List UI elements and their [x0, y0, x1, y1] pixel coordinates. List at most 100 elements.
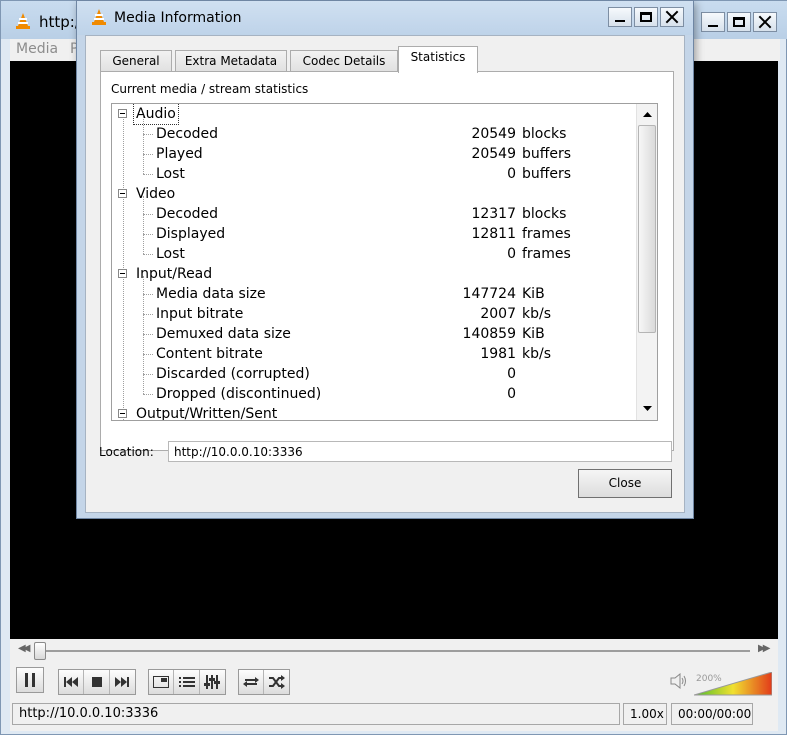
dialog-title-bar[interactable]: Media Information — [77, 1, 693, 35]
media-information-dialog: Media Information General Extra Metadata… — [76, 0, 694, 519]
stat-value: 20549 — [471, 126, 516, 142]
tree-item[interactable]: Lost 0 frames — [112, 244, 636, 264]
tree-item[interactable]: Input bitrate 2007 kb/s — [112, 304, 636, 324]
extended-settings-button[interactable] — [200, 670, 225, 694]
tab-statistics[interactable]: Statistics — [398, 46, 478, 73]
stat-unit: KiB — [522, 286, 545, 302]
speaker-icon[interactable] — [670, 672, 688, 692]
stat-unit: kb/s — [522, 306, 552, 322]
tree-category-output[interactable]: Output/Written/Sent — [112, 404, 636, 420]
maximize-button[interactable] — [727, 12, 751, 32]
tree-category-input-read[interactable]: Input/Read — [112, 264, 636, 284]
tree-category-video[interactable]: Video — [112, 184, 636, 204]
volume-slider[interactable]: 200% — [693, 671, 773, 696]
stat-unit: KiB — [522, 326, 545, 342]
tree-item[interactable]: Lost 0 buffers — [112, 164, 636, 184]
tree-item[interactable]: Discarded (corrupted) 0 — [112, 364, 636, 384]
playlist-icon — [178, 677, 195, 687]
tree-item[interactable]: Decoded 12317 blocks — [112, 204, 636, 224]
seek-slider-handle[interactable] — [34, 642, 46, 660]
dialog-maximize-button[interactable] — [634, 7, 658, 27]
stat-value: 0 — [507, 246, 516, 262]
time-display[interactable]: 00:00/00:00 — [671, 703, 753, 725]
stat-label: Demuxed data size — [156, 326, 291, 342]
stat-value: 0 — [507, 386, 516, 402]
tree-item[interactable]: Decoded 20549 blocks — [112, 124, 636, 144]
category-label: Output/Written/Sent — [136, 406, 278, 420]
next-button[interactable] — [110, 670, 135, 694]
vlc-cone-icon — [91, 9, 107, 28]
stat-label: Decoded — [156, 126, 219, 142]
stat-label: Lost — [156, 166, 185, 182]
collapse-toggle-icon[interactable] — [118, 189, 127, 198]
tree-item[interactable]: Dropped (discontinued) 0 — [112, 384, 636, 404]
minimize-icon — [708, 25, 718, 27]
fullscreen-button[interactable] — [149, 670, 175, 694]
tree-item[interactable]: Content bitrate 1981 kb/s — [112, 344, 636, 364]
stat-label: Displayed — [156, 226, 226, 242]
dialog-close-x-button[interactable] — [660, 7, 684, 27]
tree-category-audio[interactable]: Audio — [112, 104, 636, 125]
tab-general[interactable]: General — [100, 50, 172, 72]
tree-item[interactable]: Played 20549 buffers — [112, 144, 636, 164]
previous-icon — [64, 677, 79, 687]
tree-scrollbar[interactable] — [636, 104, 657, 420]
stat-value: 2007 — [480, 306, 516, 322]
menu-media[interactable]: Media — [16, 41, 58, 57]
tree-item[interactable]: Media data size 147724 KiB — [112, 284, 636, 304]
tab-extra-metadata[interactable]: Extra Metadata — [175, 50, 287, 72]
seek-back-icon[interactable]: ◀◀ — [18, 643, 31, 654]
minimize-icon — [615, 20, 625, 22]
stat-value: 140859 — [462, 326, 516, 342]
stat-label: Decoded — [156, 206, 219, 222]
location-label: Location: — [99, 445, 154, 459]
collapse-toggle-icon[interactable] — [118, 409, 127, 418]
dialog-minimize-button[interactable] — [608, 7, 632, 27]
close-window-button[interactable] — [753, 12, 777, 32]
statistics-panel: Current media / stream statistics Audio … — [100, 71, 674, 451]
collapse-toggle-icon[interactable] — [118, 269, 127, 278]
shuffle-button[interactable] — [264, 670, 289, 694]
stat-value: 147724 — [462, 286, 516, 302]
stat-label: Dropped (discontinued) — [156, 386, 322, 402]
stat-value: 12811 — [471, 226, 516, 242]
collapse-toggle-icon[interactable] — [118, 109, 127, 118]
tab-codec-details[interactable]: Codec Details — [290, 50, 398, 72]
scrollbar-thumb[interactable] — [638, 125, 656, 333]
close-icon — [758, 15, 772, 29]
minimize-button[interactable] — [701, 12, 725, 32]
vlc-cone-icon — [15, 13, 31, 32]
tree-item[interactable]: Displayed 12811 frames — [112, 224, 636, 244]
seek-forward-icon[interactable]: ▶▶ — [758, 643, 771, 654]
playlist-button[interactable] — [174, 670, 200, 694]
playback-speed[interactable]: 1.00x — [623, 703, 667, 725]
vlc-window-title: http:/ — [39, 13, 80, 31]
loop-group — [238, 669, 290, 695]
dialog-title: Media Information — [114, 10, 242, 26]
loop-button[interactable] — [239, 670, 265, 694]
stat-label: Input bitrate — [156, 306, 244, 322]
pause-button[interactable] — [16, 667, 44, 693]
stat-value: 0 — [507, 366, 516, 382]
category-label: Input/Read — [136, 266, 213, 282]
previous-button[interactable] — [59, 670, 85, 694]
view-group — [148, 669, 226, 695]
stat-unit: kb/s — [522, 346, 552, 362]
stop-button[interactable] — [84, 670, 110, 694]
tree-item[interactable]: Demuxed data size 140859 KiB — [112, 324, 636, 344]
stat-unit: buffers — [522, 146, 572, 162]
stat-unit: frames — [522, 226, 571, 242]
location-field[interactable]: http://10.0.0.10:3336 — [168, 441, 672, 462]
vlc-controls: ◀◀ ▶▶ 200% http://10.0.0.10:3336 1.00x 0… — [10, 639, 778, 731]
stat-label: Lost — [156, 246, 185, 262]
statistics-tree[interactable]: Audio Decoded 20549 blocks Played 20549 … — [111, 103, 658, 421]
dialog-caption-buttons — [606, 7, 684, 27]
stat-label: Discarded (corrupted) — [156, 366, 310, 382]
equalizer-icon — [204, 675, 221, 689]
seek-track[interactable] — [38, 650, 750, 652]
maximize-icon — [640, 12, 652, 22]
scroll-up-arrow-icon[interactable] — [639, 106, 655, 122]
close-button[interactable]: Close — [578, 469, 672, 498]
scroll-down-arrow-icon[interactable] — [639, 400, 655, 416]
shuffle-icon — [268, 675, 285, 689]
